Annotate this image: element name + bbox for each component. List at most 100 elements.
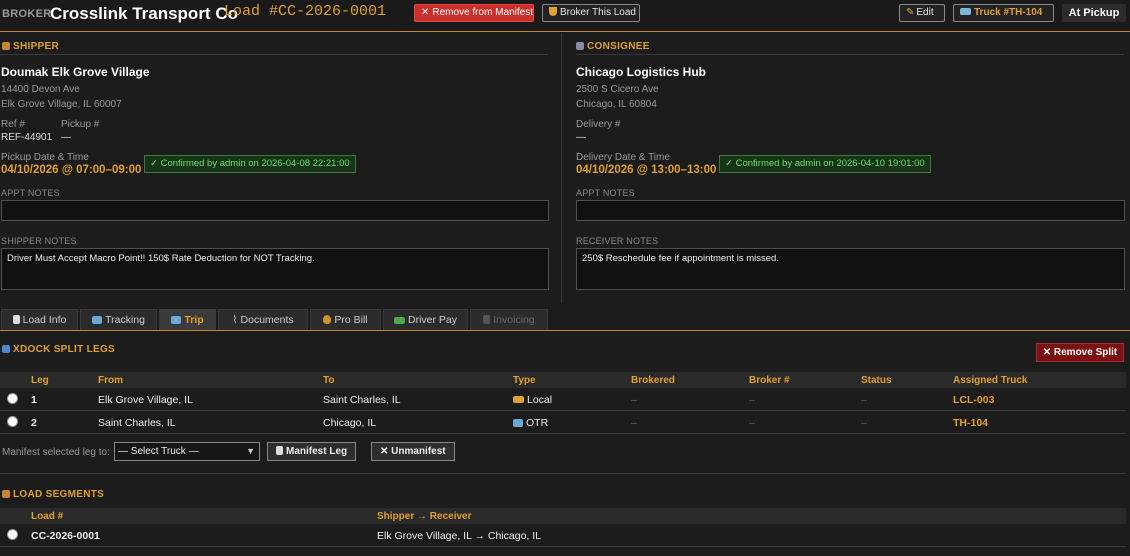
manifest-leg-label: Manifest selected leg to: — [2, 447, 110, 458]
ref-label: Ref # — [1, 119, 25, 130]
delivery-number-label: Delivery # — [576, 119, 621, 130]
pickup-date-value: 04/10/2026 @ 07:00–09:00 — [1, 164, 142, 176]
table-row[interactable]: 1 Elk Grove Village, IL Saint Charles, I… — [0, 389, 1126, 411]
leg-radio[interactable] — [7, 416, 18, 427]
pickup-number-value: — — [61, 132, 71, 143]
consignee-name: Chicago Logistics Hub — [576, 65, 707, 79]
tab-load-info[interactable]: Load Info — [1, 309, 78, 330]
leg-number: 1 — [31, 394, 37, 406]
trip-icon — [171, 316, 182, 324]
load-id: Load #CC-2026-0001 — [224, 3, 387, 20]
load-segments-title: LOAD SEGMENTS — [2, 489, 104, 500]
leg-type: Local — [513, 394, 552, 406]
consignee-appt-notes-input[interactable] — [576, 200, 1125, 221]
remove-from-manifest-button[interactable]: ✕ Remove from Manifest — [414, 4, 534, 22]
package-icon — [2, 42, 10, 50]
truck-button[interactable]: Truck #TH-104 — [953, 4, 1054, 22]
column-header: Type — [513, 375, 536, 386]
tab-driver-pay[interactable]: Driver Pay — [383, 309, 468, 330]
divider — [0, 473, 1126, 474]
money-bag-icon — [323, 315, 332, 324]
truck-select[interactable]: — Select Truck — ▼ — [114, 442, 260, 461]
leg-from: Saint Charles, IL — [98, 417, 176, 429]
delivery-number-value: — — [576, 132, 586, 143]
receiver-notes-label: RECEIVER NOTES — [576, 236, 659, 246]
tab-bar: Load Info Tracking Trip ⌇ Documents Pro B… — [0, 309, 1130, 331]
leg-type: OTR — [513, 417, 548, 429]
x-icon: ✕ — [421, 7, 430, 18]
truck-icon — [960, 8, 971, 15]
segments-table-header: Load # Shipper → Receiver — [0, 508, 1126, 524]
column-header: Leg — [31, 375, 49, 386]
leg-status: – — [861, 394, 867, 406]
consignee-panel: CONSIGNEE Chicago Logistics Hub 2500 S C… — [564, 33, 1130, 303]
truck-select-value: — Select Truck — — [118, 446, 199, 457]
column-header: To — [323, 375, 335, 386]
leg-brokered: – — [631, 417, 637, 429]
leg-brokered: – — [631, 394, 637, 406]
map-icon — [513, 419, 523, 427]
building-icon — [576, 42, 584, 50]
top-bar: BROKER Crosslink Transport Co Load #CC-2… — [0, 0, 1130, 32]
segment-load-number: CC-2026-0001 — [31, 530, 100, 542]
consignee-heading: CONSIGNEE — [576, 41, 650, 52]
shipper-heading: SHIPPER — [2, 41, 59, 52]
delivery-date-value: 04/10/2026 @ 13:00–13:00 — [576, 164, 717, 176]
shipper-panel: SHIPPER Doumak Elk Grove Village 14400 D… — [0, 33, 562, 303]
leg-to: Saint Charles, IL — [323, 394, 401, 406]
delivery-confirmed-badge: ✓ Confirmed by admin on 2026-04-10 19:01… — [719, 155, 931, 173]
delivery-date-label: Delivery Date & Time — [576, 152, 670, 163]
package-icon — [2, 490, 10, 498]
legs-table-header: Leg From To Type Brokered Broker # Statu… — [0, 372, 1126, 388]
shipper-address-line2: Elk Grove Village, IL 60007 — [1, 99, 122, 110]
remove-split-button[interactable]: ✕ Remove Split — [1036, 343, 1124, 362]
column-header: Load # — [31, 511, 64, 522]
shipper-address-line1: 14400 Devon Ave — [1, 84, 80, 95]
shipper-notes-input[interactable]: Driver Must Accept Macro Point!! 150$ Ra… — [1, 248, 549, 290]
column-header: From — [98, 375, 123, 386]
chevron-down-icon: ▼ — [246, 446, 255, 456]
xdock-split-legs-title: XDOCK SPLIT LEGS — [2, 344, 115, 355]
clipboard-icon — [12, 315, 20, 324]
leg-from: Elk Grove Village, IL — [98, 394, 193, 406]
broker-this-load-button[interactable]: Broker This Load — [542, 4, 640, 22]
invoice-icon — [483, 315, 491, 324]
leg-assigned-truck[interactable]: LCL-003 — [953, 394, 994, 406]
shipper-name: Doumak Elk Grove Village — [1, 65, 150, 79]
clipboard-icon — [276, 446, 283, 455]
split-icon — [2, 345, 10, 353]
shield-icon — [549, 7, 557, 16]
pencil-icon: ✎ — [906, 7, 915, 18]
receiver-notes-input[interactable]: 250$ Reschedule fee if appointment is mi… — [576, 248, 1125, 290]
status-badge: At Pickup — [1062, 4, 1126, 22]
company-name: Crosslink Transport Co — [50, 4, 238, 23]
leg-to: Chicago, IL — [323, 417, 377, 429]
ref-value: REF-44901 — [1, 132, 53, 143]
leg-assigned-truck[interactable]: TH-104 — [953, 417, 988, 429]
edit-button[interactable]: ✎ Edit — [899, 4, 945, 22]
leg-radio[interactable] — [7, 393, 18, 404]
consignee-address-line1: 2500 S Cicero Ave — [576, 84, 659, 95]
manifest-leg-button[interactable]: Manifest Leg — [267, 442, 357, 461]
column-header: Assigned Truck — [953, 375, 1028, 386]
truck-icon — [513, 396, 524, 403]
column-header: Status — [861, 375, 892, 386]
appt-notes-label: APPT NOTES — [1, 188, 60, 198]
column-header: Broker # — [749, 375, 790, 386]
column-header: Brokered — [631, 375, 675, 386]
table-row[interactable]: 2 Saint Charles, IL Chicago, IL OTR – – … — [0, 412, 1126, 434]
tab-tracking[interactable]: Tracking — [80, 309, 157, 330]
tab-trip[interactable]: Trip — [159, 309, 216, 330]
leg-status: – — [861, 417, 867, 429]
map-icon — [92, 316, 103, 324]
tab-documents[interactable]: ⌇ Documents — [218, 309, 308, 330]
broker-tag: BROKER — [2, 8, 52, 20]
segment-radio[interactable] — [7, 529, 18, 540]
tab-pro-bill[interactable]: Pro Bill — [310, 309, 381, 330]
table-row[interactable]: CC-2026-0001 Elk Grove Village, IL → Chi… — [0, 525, 1126, 547]
pickup-number-label: Pickup # — [61, 119, 100, 130]
column-header: Shipper → Receiver — [377, 511, 472, 522]
unmanifest-button[interactable]: ✕ Unmanifest — [371, 442, 455, 461]
shipper-appt-notes-input[interactable] — [1, 200, 549, 221]
pickup-date-label: Pickup Date & Time — [1, 152, 89, 163]
